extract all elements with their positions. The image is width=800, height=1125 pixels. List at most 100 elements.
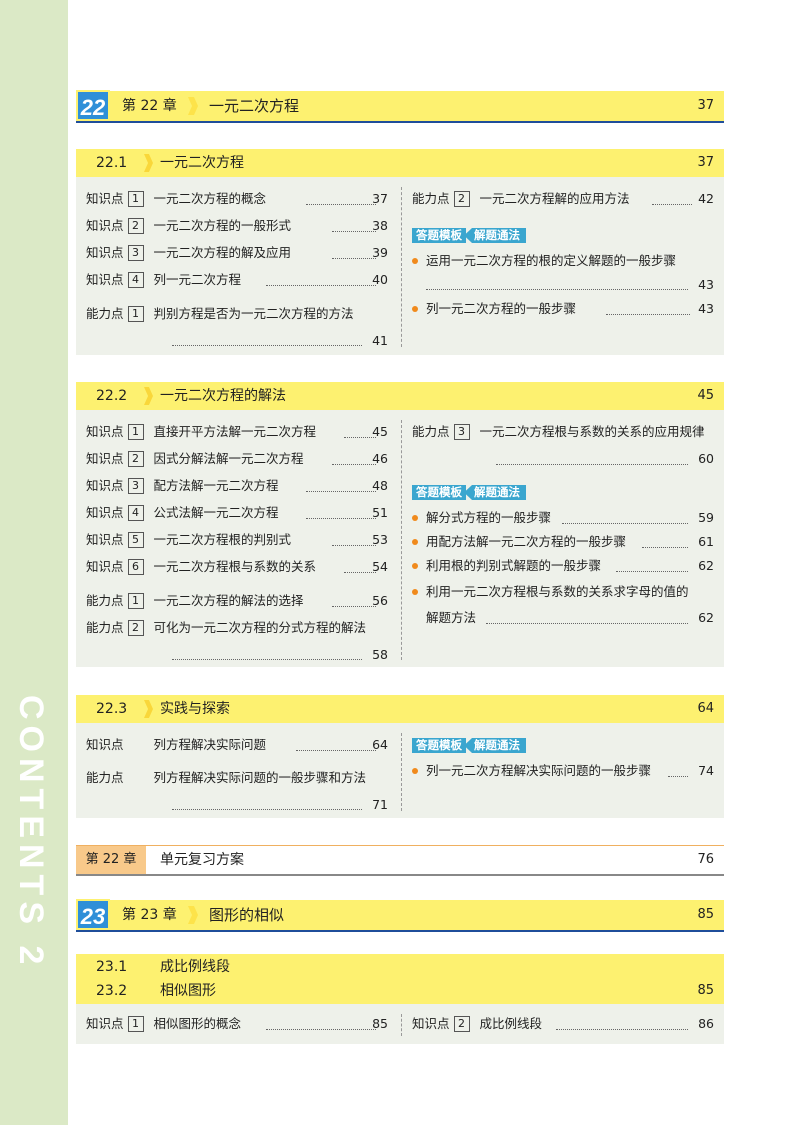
section-22-2-body: 知识点 1 直接开平方法解一元二次方程 45 知识点 2 因式分解法解一元二次方程 46…	[76, 410, 724, 667]
toc-page: 45	[372, 424, 388, 439]
answer-template-tag: 答题模板 解题通法	[412, 228, 526, 243]
toc-entry[interactable]: 利用根的判别式解题的一般步骤	[412, 556, 601, 576]
section-22-3-body: 知识点 列方程解决实际问题 64 能力点 列方程解决实际问题的一般步骤和方法 71 …	[76, 723, 724, 818]
toc-entry[interactable]: 能力点 3 一元二次方程根与系数的关系的应用规律	[412, 422, 705, 442]
toc-entry[interactable]: 能力点 列方程解决实际问题的一般步骤和方法	[86, 768, 366, 788]
chapter-23-number: 第 23 章	[122, 907, 177, 923]
toc-page: 39	[372, 245, 388, 260]
column-divider	[401, 187, 402, 347]
chapter-22-title: 一元二次方程	[209, 97, 300, 115]
toc-page: 61	[698, 534, 714, 549]
answer-template-tag: 答题模板 解题通法	[412, 738, 526, 753]
toc-page: 43	[698, 277, 714, 292]
toc-page: 85	[372, 1016, 388, 1031]
review-page: 76	[697, 852, 714, 867]
toc-entry[interactable]: 知识点 列方程解决实际问题	[86, 735, 266, 755]
chapter-23-header[interactable]: 23 第 23 章 图形的相似 85	[76, 899, 724, 932]
toc-page: 62	[698, 558, 714, 573]
section-title: 相似图形	[160, 983, 216, 999]
toc-entry[interactable]: 知识点 3 一元二次方程的解及应用	[86, 243, 291, 263]
chapter-23-page: 85	[697, 907, 714, 922]
toc-page: 59	[698, 510, 714, 525]
section-title: 一元二次方程	[160, 155, 244, 171]
chapter-22-badge: 22	[76, 90, 110, 121]
review-tag: 第 22 章	[76, 846, 146, 874]
toc-entry[interactable]: 知识点 1 相似图形的概念	[86, 1014, 241, 1034]
toc-entry[interactable]: 列一元二次方程的一般步骤	[412, 299, 576, 319]
toc-entry[interactable]: 知识点 1 一元二次方程的概念	[86, 189, 266, 209]
chevron-icon	[144, 154, 153, 172]
bullet-icon	[412, 562, 418, 569]
bullet-icon	[412, 514, 418, 521]
toc-page: 38	[372, 218, 388, 233]
answer-template-tag: 答题模板 解题通法	[412, 485, 526, 500]
sidebar-contents-label: CONTENTS 2	[12, 695, 50, 971]
toc-page: 53	[372, 532, 388, 547]
toc-entry[interactable]: 知识点 3 配方法解一元二次方程	[86, 476, 279, 496]
section-number: 22.1	[96, 155, 128, 171]
toc-page: 51	[372, 505, 388, 520]
toc-entry[interactable]: 能力点 2 一元二次方程解的应用方法	[412, 189, 630, 209]
section-number: 22.3	[96, 701, 128, 717]
toc-page: 58	[372, 647, 388, 662]
toc-page: 60	[698, 451, 714, 466]
column-divider	[401, 1014, 402, 1036]
bullet-icon	[412, 767, 418, 774]
toc-page: 74	[698, 763, 714, 778]
section-title: 一元二次方程的解法	[160, 388, 286, 404]
toc-page: 37	[372, 191, 388, 206]
toc-entry[interactable]: 知识点 4 公式法解一元二次方程	[86, 503, 279, 523]
chevron-icon	[188, 906, 198, 924]
section-page: 64	[697, 701, 714, 716]
toc-entry[interactable]: 能力点 2 可化为一元二次方程的分式方程的解法	[86, 618, 366, 638]
section-page: 45	[697, 388, 714, 403]
section-page: 37	[697, 155, 714, 170]
toc-entry[interactable]: 能力点 1 判别方程是否为一元二次方程的方法	[86, 304, 354, 324]
toc-page: 43	[698, 301, 714, 316]
chapter-22-review[interactable]: 第 22 章 单元复习方案 76	[76, 845, 724, 876]
toc-page: 64	[372, 737, 388, 752]
toc-entry[interactable]: 知识点 1 直接开平方法解一元二次方程	[86, 422, 316, 442]
toc-entry[interactable]: 用配方法解一元二次方程的一般步骤	[412, 532, 626, 552]
bullet-icon	[412, 305, 418, 312]
section-number: 22.2	[96, 388, 128, 404]
chevron-icon	[144, 387, 153, 405]
toc-page: 56	[372, 593, 388, 608]
column-divider	[401, 733, 402, 811]
section-22-1-body: 知识点 1 一元二次方程的概念 37 知识点 2 一元二次方程的一般形式 38 知识点 3…	[76, 177, 724, 355]
section-title: 实践与探索	[160, 701, 230, 717]
toc-entry[interactable]: 知识点 4 列一元二次方程	[86, 270, 241, 290]
toc-entry[interactable]: 知识点 2 因式分解法解一元二次方程	[86, 449, 304, 469]
toc-page: 48	[372, 478, 388, 493]
toc-page: 54	[372, 559, 388, 574]
review-title: 单元复习方案	[160, 852, 244, 868]
section-22-3-header[interactable]: 22.3 实践与探索 64	[76, 695, 724, 723]
section-title: 成比例线段	[160, 959, 230, 975]
section-23-header[interactable]: 23.1 成比例线段 23.2 相似图形 85	[76, 954, 724, 1004]
toc-entry[interactable]: 知识点 2 一元二次方程的一般形式	[86, 216, 291, 236]
toc-page: 46	[372, 451, 388, 466]
toc-entry[interactable]: 解分式方程的一般步骤	[412, 508, 551, 528]
toc-page: 41	[372, 333, 388, 348]
toc-page: 62	[698, 610, 714, 625]
toc-entry[interactable]: 知识点 5 一元二次方程根的判别式	[86, 530, 291, 550]
section-22-2-header[interactable]: 22.2 一元二次方程的解法 45	[76, 382, 724, 410]
toc-entry[interactable]: 能力点 1 一元二次方程的解法的选择	[86, 591, 304, 611]
chapter-22-header[interactable]: 22 第 22 章 一元二次方程 37	[76, 90, 724, 123]
section-22-1-header[interactable]: 22.1 一元二次方程 37	[76, 149, 724, 177]
section-23-body: 知识点 1 相似图形的概念 85 知识点 2 成比例线段 86	[76, 1004, 724, 1044]
toc-entry[interactable]: 运用一元二次方程的根的定义解题的一般步骤	[412, 251, 676, 271]
chapter-23-badge: 23	[76, 899, 110, 930]
toc-entry[interactable]: 知识点 2 成比例线段	[412, 1014, 542, 1034]
bullet-icon	[412, 588, 418, 595]
toc-page: 71	[372, 797, 388, 812]
toc-page: 42	[698, 191, 714, 206]
toc-entry[interactable]: 列一元二次方程解决实际问题的一般步骤	[412, 761, 651, 781]
toc-entry[interactable]: 利用一元二次方程根与系数的关系求字母的值的	[412, 582, 689, 602]
toc-entry[interactable]: 知识点 6 一元二次方程根与系数的关系	[86, 557, 316, 577]
section-number: 23.1	[96, 959, 128, 975]
bullet-icon	[412, 538, 418, 545]
column-divider	[401, 420, 402, 660]
chevron-icon	[144, 700, 153, 718]
chevron-icon	[188, 97, 198, 115]
